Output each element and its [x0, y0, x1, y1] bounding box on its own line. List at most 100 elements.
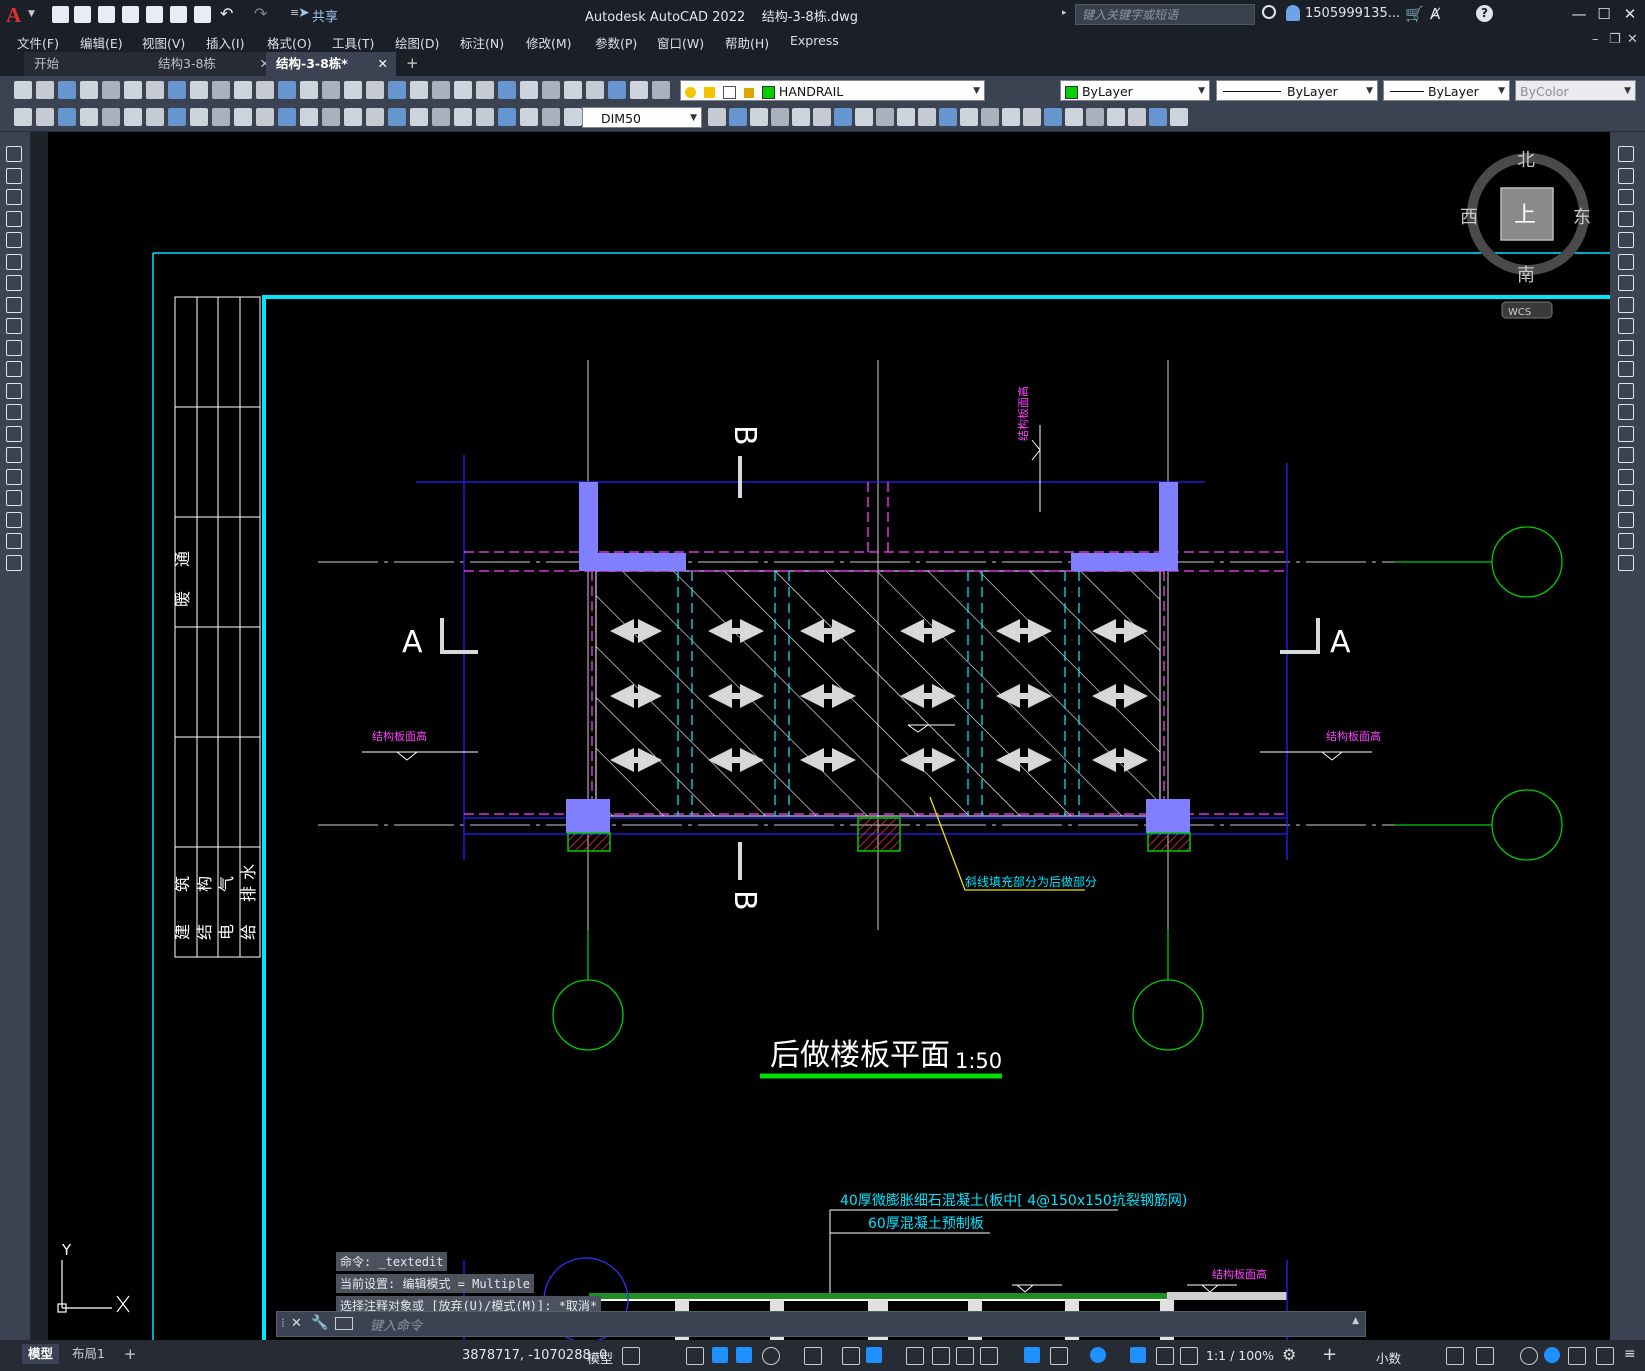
tb2-tool-icon[interactable]: [366, 108, 384, 126]
close-command-icon[interactable]: ✕: [291, 1316, 302, 1331]
redo-icon[interactable]: ↷: [254, 4, 267, 23]
tb2-tool-icon[interactable]: [729, 108, 747, 126]
tb2-tool-icon[interactable]: [1170, 108, 1188, 126]
tb2-tool-icon[interactable]: [918, 108, 936, 126]
user-account[interactable]: 1505999135...: [1305, 6, 1400, 21]
cart-icon[interactable]: 🛒: [1405, 5, 1424, 23]
menu-window[interactable]: 窗口(W): [657, 33, 704, 52]
tb2-tool-icon[interactable]: [212, 108, 230, 126]
infer-constraints-icon[interactable]: [712, 1347, 728, 1363]
coordinates[interactable]: 3878717, -1070288, 0: [462, 1348, 607, 1363]
tb2-tool-icon[interactable]: [876, 108, 894, 126]
tab-structure-3-8[interactable]: 结构3-8栋 ✕: [148, 52, 278, 76]
righttool-tool-icon[interactable]: [1618, 210, 1634, 227]
tb2-tool-icon[interactable]: [300, 108, 318, 126]
lefttool-tool-icon[interactable]: [6, 253, 22, 270]
tb2-tool-icon[interactable]: [410, 108, 428, 126]
tb2-tool-icon[interactable]: [58, 108, 76, 126]
tb1-tool-icon[interactable]: [102, 81, 120, 99]
tb2-tool-icon[interactable]: [834, 108, 852, 126]
selection-filter-icon[interactable]: [1050, 1347, 1068, 1365]
tb1-tool-icon[interactable]: [564, 81, 582, 99]
tb2-tool-icon[interactable]: [1065, 108, 1083, 126]
righttool-tool-icon[interactable]: [1618, 511, 1634, 528]
lefttool-tool-icon[interactable]: [6, 167, 22, 184]
lefttool-tool-icon[interactable]: [6, 339, 22, 356]
righttool-tool-icon[interactable]: [1618, 339, 1634, 356]
object-snap-tracking-icon[interactable]: [842, 1347, 860, 1365]
tb2-tool-icon[interactable]: [897, 108, 915, 126]
tb2-tool-icon[interactable]: [344, 108, 362, 126]
tb1-tool-icon[interactable]: [14, 81, 32, 99]
fullscreen-icon[interactable]: [1596, 1347, 1614, 1365]
quick-properties-icon[interactable]: [1446, 1347, 1464, 1365]
lock-ui-icon[interactable]: [1476, 1347, 1494, 1365]
tb1-tool-icon[interactable]: [410, 81, 428, 99]
plot-icon[interactable]: [194, 6, 211, 23]
tab-start[interactable]: 开始: [24, 52, 162, 76]
object-snap-icon[interactable]: [866, 1347, 882, 1363]
righttool-tool-icon[interactable]: [1618, 468, 1634, 485]
menu-view[interactable]: 视图(V): [142, 33, 185, 52]
tb2-tool-icon[interactable]: [1044, 108, 1062, 126]
polar-icon[interactable]: [762, 1347, 780, 1365]
tb2-tool-icon[interactable]: [432, 108, 450, 126]
righttool-tool-icon[interactable]: [1618, 554, 1634, 571]
annotation-monitor-icon[interactable]: +: [1322, 1344, 1337, 1365]
tb2-tool-icon[interactable]: [168, 108, 186, 126]
tb2-tool-icon[interactable]: [520, 108, 538, 126]
righttool-tool-icon[interactable]: [1618, 382, 1634, 399]
help-icon[interactable]: ?: [1476, 5, 1493, 22]
tb2-tool-icon[interactable]: [855, 108, 873, 126]
new-tab-button[interactable]: +: [406, 54, 419, 72]
menu-draw[interactable]: 绘图(D): [395, 33, 439, 52]
tab-structure-3-8-active[interactable]: 结构-3-8栋* ✕: [266, 52, 396, 76]
command-input[interactable]: 键入命令: [370, 1315, 422, 1334]
share-icon[interactable]: ➤: [298, 5, 310, 21]
tb1-tool-icon[interactable]: [256, 81, 274, 99]
tb2-tool-icon[interactable]: [960, 108, 978, 126]
lefttool-tool-icon[interactable]: [6, 554, 22, 571]
dimstyle-dropdown[interactable]: DIM50 ▼: [582, 107, 702, 128]
righttool-tool-icon[interactable]: [1618, 404, 1634, 420]
open-web-icon[interactable]: [146, 6, 163, 23]
righttool-tool-icon[interactable]: [1618, 318, 1634, 334]
tb2-tool-icon[interactable]: [981, 108, 999, 126]
auto-scale-icon[interactable]: [1156, 1347, 1174, 1365]
dynamic-ucs-icon[interactable]: [1024, 1347, 1040, 1363]
doc-restore-button[interactable]: ❐: [1609, 32, 1621, 47]
undo-icon[interactable]: ↶: [220, 4, 233, 23]
grip-icon[interactable]: ⁞: [281, 1316, 285, 1330]
hardware-acceleration-icon[interactable]: [1544, 1347, 1560, 1363]
lefttool-tool-icon[interactable]: [6, 490, 22, 506]
lefttool-tool-icon[interactable]: [6, 447, 22, 463]
tb2-tool-icon[interactable]: [1128, 108, 1146, 126]
tb1-tool-icon[interactable]: [322, 81, 340, 99]
tb2-tool-icon[interactable]: [102, 108, 120, 126]
menu-parametric[interactable]: 参数(P): [595, 33, 637, 52]
autocad-logo-icon[interactable]: A: [6, 3, 28, 27]
tab-layout1[interactable]: 布局1: [66, 1344, 111, 1364]
tb1-tool-icon[interactable]: [608, 81, 626, 99]
color-dropdown[interactable]: ByLayer ▼: [1060, 80, 1210, 101]
doc-minimize-button[interactable]: –: [1592, 32, 1599, 47]
tb2-tool-icon[interactable]: [14, 108, 32, 126]
tb2-tool-icon[interactable]: [388, 108, 406, 126]
lefttool-tool-icon[interactable]: [6, 210, 22, 227]
open-icon[interactable]: [74, 6, 91, 23]
tb1-tool-icon[interactable]: [366, 81, 384, 99]
menu-express[interactable]: Express: [790, 33, 839, 48]
doc-close-button[interactable]: ✕: [1627, 32, 1638, 47]
search-expand-icon[interactable]: ▸: [1062, 8, 1067, 18]
ortho-icon[interactable]: [736, 1347, 752, 1363]
annotation-visibility-icon[interactable]: [1130, 1347, 1146, 1363]
tb2-tool-icon[interactable]: [36, 108, 54, 126]
tb2-tool-icon[interactable]: [498, 108, 516, 126]
lefttool-tool-icon[interactable]: [6, 425, 22, 442]
righttool-tool-icon[interactable]: [1618, 425, 1634, 442]
clean-screen-icon[interactable]: [1568, 1347, 1586, 1365]
tb2-tool-icon[interactable]: [190, 108, 208, 126]
tb2-tool-icon[interactable]: [771, 108, 789, 126]
tb1-tool-icon[interactable]: [344, 81, 362, 99]
tb1-tool-icon[interactable]: [520, 81, 538, 99]
